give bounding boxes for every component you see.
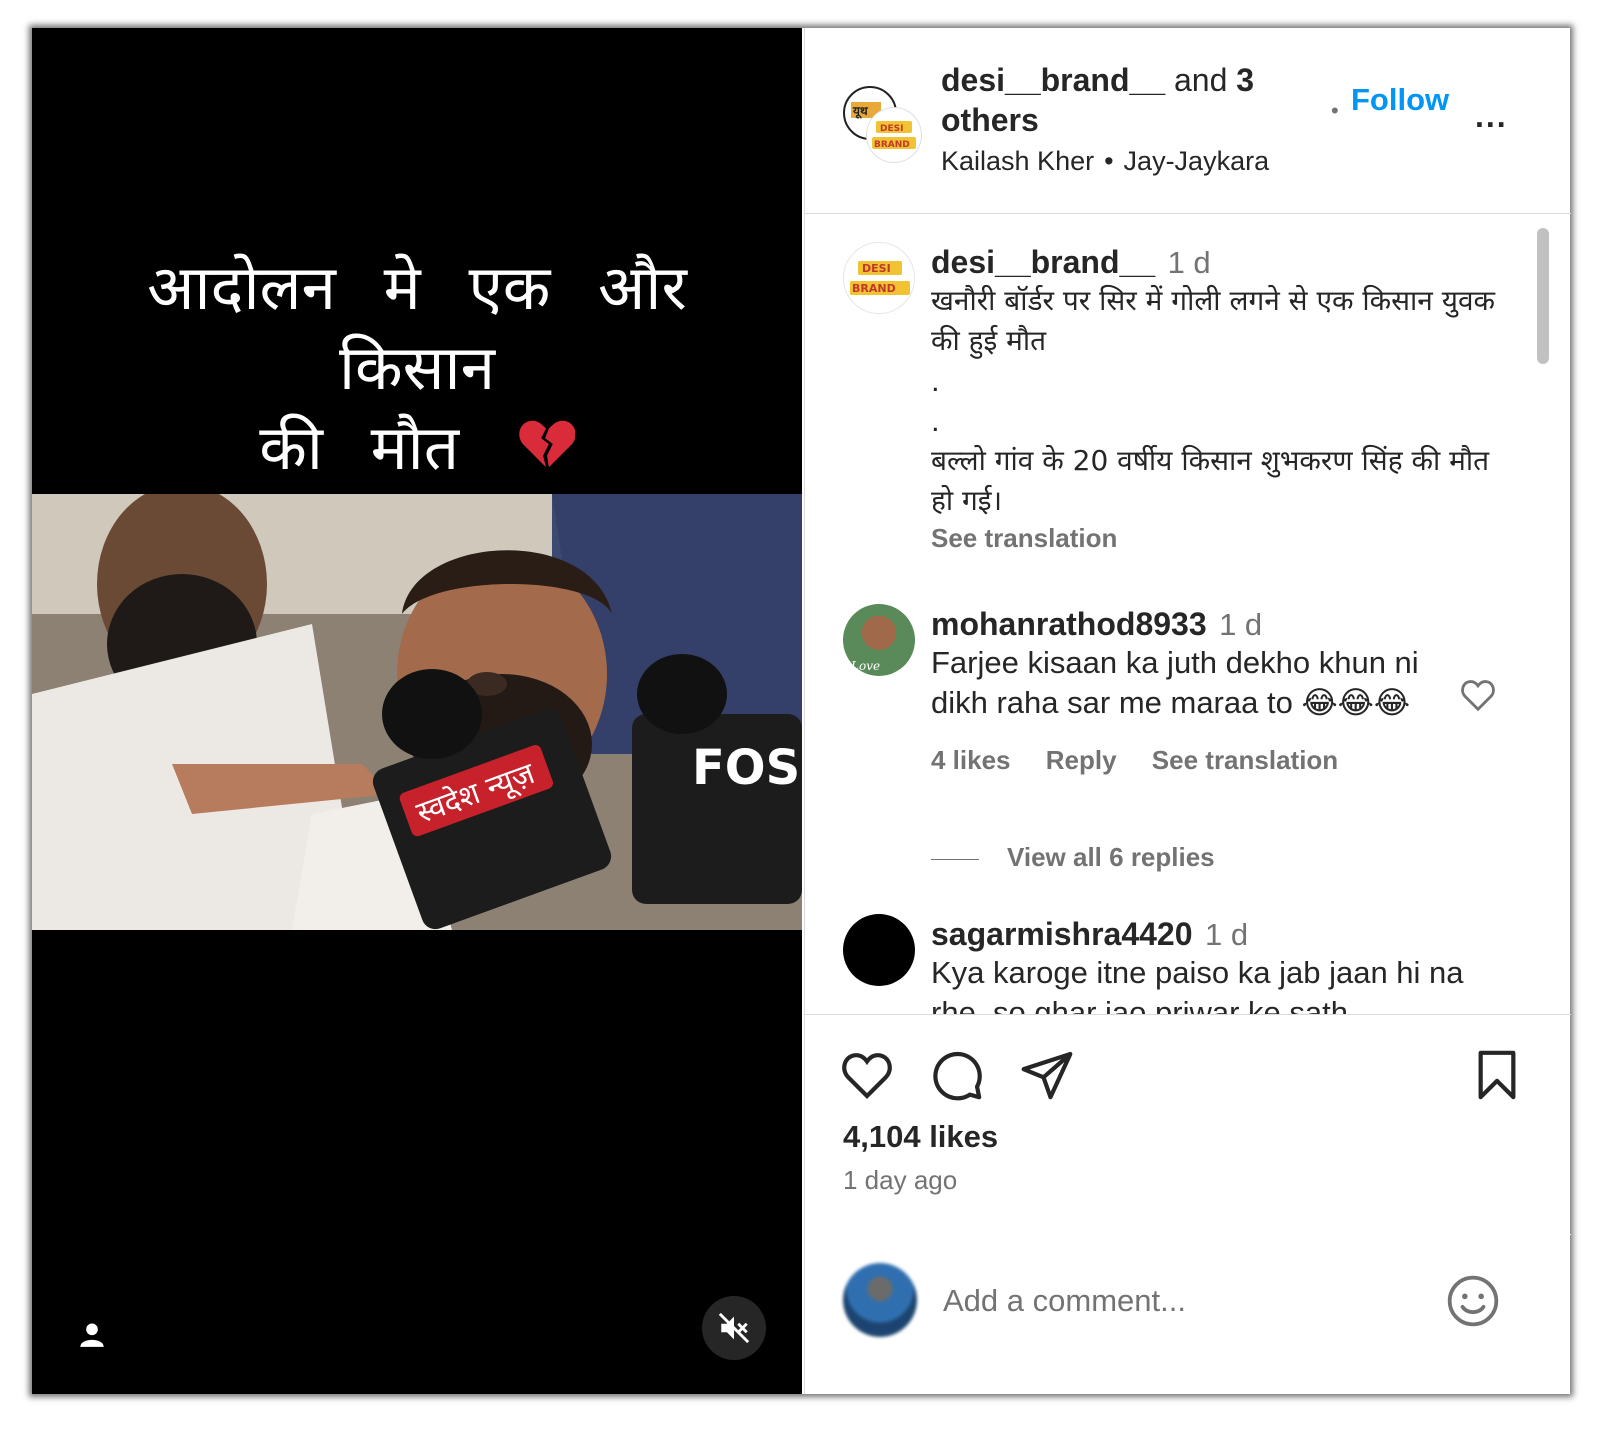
follow-button[interactable]: Follow	[1351, 82, 1449, 118]
comment-see-translation[interactable]: See translation	[1152, 745, 1338, 775]
post-dialog: आदोलन मे एक और किसान की मौत स्वदेश न्यूज…	[32, 28, 1571, 1394]
post-side-panel: यूथ DESI BRAND desi__brand__ and 3 other…	[804, 28, 1571, 1394]
post-actions: 4,104 likes 1 day ago	[805, 1014, 1571, 1234]
view-replies-button[interactable]: View all 6 replies	[931, 842, 1215, 873]
video-overlay-caption: आदोलन मे एक और किसान की मौत	[52, 248, 782, 492]
post-author: desi__brand__ and 3 others	[941, 60, 1321, 140]
comments-list[interactable]: DESI BRAND desi__brand__ 1 d खनौरी बॉर्ड…	[805, 214, 1571, 1014]
emoji-icon[interactable]	[1445, 1273, 1501, 1329]
avatar-text-bottom: BRAND	[874, 140, 910, 150]
follow-separator: •	[1331, 98, 1339, 123]
caption-avatar-text-top: DESI	[862, 262, 891, 275]
post-time-ago[interactable]: 1 day ago	[843, 1165, 957, 1196]
comment-text: Kya karoge itne paiso ka jab jaan hi na …	[931, 955, 1464, 1014]
avatar-text-top: DESI	[880, 124, 903, 134]
audio-song: Jay-Jaykara	[1123, 146, 1270, 176]
audio-info[interactable]: Kailash Kher • Jay-Jaykara	[941, 146, 1269, 177]
overlay-line-2: की मौत	[52, 408, 782, 492]
replies-divider	[931, 858, 979, 860]
comment-input[interactable]	[943, 1279, 1423, 1323]
add-comment-bar	[805, 1234, 1571, 1394]
mute-toggle-button[interactable]	[702, 1296, 766, 1360]
share-icon[interactable]	[1019, 1047, 1075, 1103]
caption-dot-1: .	[931, 363, 940, 398]
comment-text: Farjee kisaan ka juth dekho khun ni dikh…	[931, 645, 1419, 720]
commenter-avatar-text: Love	[850, 659, 880, 673]
video-frame-photo: स्वदेश न्यूज़ FOS	[32, 494, 802, 930]
comment-likes[interactable]: 4 likes	[931, 745, 1011, 775]
post-likes-count[interactable]: 4,104 likes	[843, 1119, 998, 1155]
comment-username[interactable]: sagarmishra4420	[931, 916, 1193, 952]
overlay-line-2-text: की मौत	[259, 411, 460, 484]
comment-time[interactable]: 1 d	[1205, 917, 1248, 952]
caption-dot-2: .	[931, 403, 940, 438]
comment-like-heart-icon[interactable]	[1459, 676, 1497, 719]
avatar-desi-brand: DESI BRAND	[867, 108, 921, 162]
comments-scrollbar[interactable]	[1537, 228, 1549, 364]
heart-icon[interactable]	[839, 1047, 895, 1103]
author-username[interactable]: desi__brand__	[941, 62, 1165, 98]
comment: sagarmishra4420 1 d Kya karoge itne pais…	[931, 916, 1471, 1014]
caption-username[interactable]: desi__brand__	[931, 244, 1155, 280]
caption-avatar-text-bottom: BRAND	[852, 282, 896, 295]
tagged-users-icon[interactable]	[76, 1318, 108, 1350]
avatar-behind-text: यूथ	[852, 104, 869, 119]
caption-see-translation[interactable]: See translation	[931, 523, 1511, 554]
post-header: यूथ DESI BRAND desi__brand__ and 3 other…	[805, 28, 1571, 214]
comment-icon[interactable]	[929, 1047, 985, 1103]
reply-button[interactable]: Reply	[1046, 745, 1117, 775]
commenter-avatar[interactable]: Love	[843, 604, 915, 676]
comment-username[interactable]: mohanrathod8933	[931, 606, 1207, 642]
author-and-text: and	[1165, 62, 1237, 98]
caption-avatar[interactable]: DESI BRAND	[843, 242, 915, 314]
more-options-icon[interactable]: ...	[1475, 98, 1508, 135]
caption-line-1: खनौरी बॉर्डर पर सिर में गोली लगने से एक …	[931, 284, 1496, 357]
mic-label-2: FOS	[692, 740, 800, 796]
audio-artist: Kailash Kher	[941, 146, 1095, 176]
mute-icon	[718, 1312, 750, 1344]
reel-video[interactable]: आदोलन मे एक और किसान की मौत स्वदेश न्यूज…	[32, 28, 802, 1394]
collab-avatars[interactable]: यूथ DESI BRAND	[843, 86, 921, 162]
commenter-avatar[interactable]	[843, 914, 915, 986]
caption: desi__brand__ 1 d खनौरी बॉर्डर पर सिर मे…	[931, 244, 1511, 554]
comment-actions: 4 likes Reply See translation	[931, 745, 1451, 776]
broken-heart-icon	[517, 412, 576, 492]
caption-time[interactable]: 1 d	[1168, 245, 1211, 280]
current-user-avatar	[843, 1263, 917, 1337]
comment-time[interactable]: 1 d	[1219, 607, 1262, 642]
overlay-line-1: आदोलन मे एक और किसान	[147, 251, 687, 404]
comment: mohanrathod8933 1 d Farjee kisaan ka jut…	[931, 606, 1451, 776]
caption-line-2: बल्लो गांव के 20 वर्षीय किसान शुभकरण सिं…	[931, 444, 1490, 517]
bookmark-icon[interactable]	[1469, 1047, 1525, 1103]
view-replies-label: View all 6 replies	[1007, 842, 1215, 872]
